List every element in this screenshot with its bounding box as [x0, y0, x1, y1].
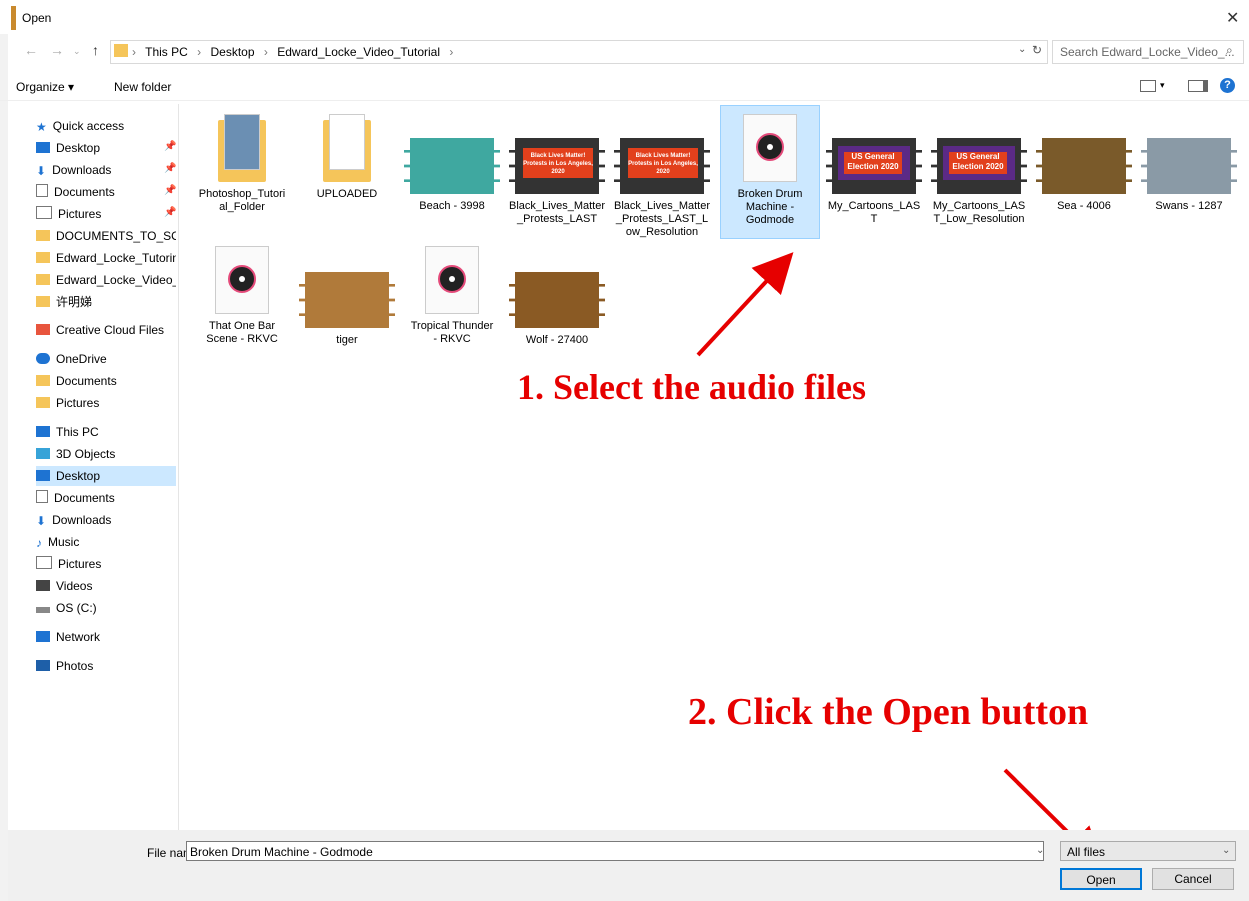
file-name-input[interactable]: Broken Drum Machine - Godmode [186, 841, 1044, 861]
open-button[interactable]: Open [1060, 868, 1142, 890]
file-type-select[interactable]: All files [1060, 841, 1236, 861]
chevron-down-icon[interactable]: ⌄ [1036, 845, 1044, 856]
cancel-button[interactable]: Cancel [1152, 868, 1234, 890]
chevron-down-icon[interactable]: ⌄ [1222, 845, 1230, 856]
annotation-arrows [696, 252, 1104, 868]
arrow-to-audio-file [696, 252, 794, 357]
